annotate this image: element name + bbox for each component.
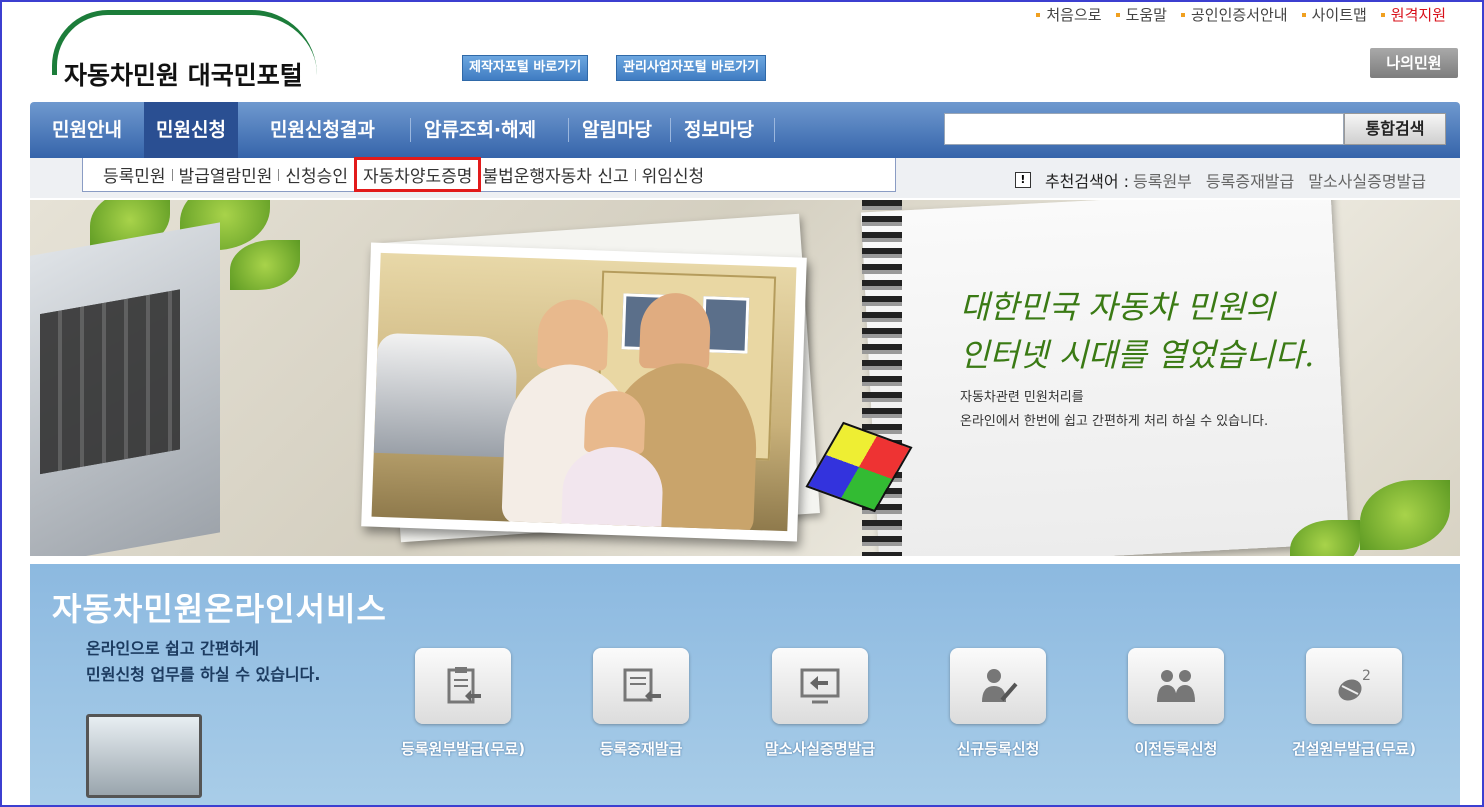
submenu-item-approval[interactable]: 신청승인 <box>281 162 352 187</box>
document-arrow-icon <box>593 648 689 724</box>
service-label: 이전등록신청 <box>1134 740 1218 758</box>
two-persons-icon <box>1128 648 1224 724</box>
util-link-sitemap[interactable]: 사이트맵 <box>1301 4 1367 25</box>
submenu-divider <box>353 168 355 181</box>
nav-item-notice[interactable]: 알림마당 <box>570 102 664 158</box>
submenu-divider <box>278 168 280 181</box>
sub-bar: 등록민원 발급열람민원 신청승인 자동차양도증명 불법운행자동차 신고 위임신청… <box>30 157 1460 198</box>
nav-separator <box>410 118 411 142</box>
service-transfer-registration[interactable]: 이전등록신청 <box>1106 648 1246 759</box>
util-link-home[interactable]: 처음으로 <box>1036 4 1102 25</box>
keyboard-image <box>40 289 180 475</box>
main-nav: 민원안내 민원신청 민원신청결과 압류조회·해제 알림마당 정보마당 통합검색 <box>30 102 1460 158</box>
bullet-icon <box>1115 12 1120 17</box>
util-link-label: 원격지원 <box>1390 6 1446 24</box>
bullet-icon <box>1180 12 1185 17</box>
banner-subtext-line: 온라인에서 한번에 쉽고 간편하게 처리 하실 수 있습니다. <box>960 414 1269 429</box>
recommended-label: 추천검색어 : <box>1044 172 1130 191</box>
leaf-decoration <box>230 240 300 290</box>
recommended-term[interactable]: 말소사실증명발급 <box>1308 168 1426 192</box>
banner-subtext: 자동차관련 민원처리를 온라인에서 한번에 쉽고 간편하게 처리 하실 수 있습… <box>960 386 1268 434</box>
service-label: 신규등록신청 <box>956 740 1040 758</box>
nav-separator <box>670 118 671 142</box>
child-image <box>583 390 647 455</box>
banner-subtext-line: 자동차관련 민원처리를 <box>960 390 1084 405</box>
nav-item-guide[interactable]: 민원안내 <box>40 102 134 158</box>
util-link-label: 공인인증서안내 <box>1190 6 1288 24</box>
util-link-certificate[interactable]: 공인인증서안내 <box>1180 4 1288 25</box>
service-label: 등록원부발급(무료) <box>400 740 526 758</box>
notebook-image <box>861 200 1349 556</box>
banner-slogan-line2: 인터넷 시대를 열었습니다. <box>960 336 1315 374</box>
my-civil-button[interactable]: 나의민원 <box>1370 48 1458 78</box>
nav-item-result[interactable]: 민원신청결과 <box>258 102 387 158</box>
nav-item-info[interactable]: 정보마당 <box>672 102 766 158</box>
recommended-keywords: ! 추천검색어 : 등록원부 등록증재발급 말소사실증명발급 <box>1014 168 1426 192</box>
util-link-remote-support[interactable]: 원격지원 <box>1380 4 1446 25</box>
family-photo-scene <box>371 252 797 532</box>
recommended-term[interactable]: 등록원부 <box>1133 168 1192 192</box>
submenu-item-delegation[interactable]: 위임신청 <box>638 162 709 187</box>
bullet-icon <box>1380 12 1385 17</box>
submenu: 등록민원 발급열람민원 신청승인 자동차양도증명 불법운행자동차 신고 위임신청 <box>82 157 896 192</box>
service-label: 등록증재발급 <box>599 740 683 758</box>
util-link-label: 사이트맵 <box>1311 6 1367 24</box>
banner-slogan-line1: 대한민국 자동차 민원의 <box>960 288 1275 326</box>
bullet-icon <box>1301 12 1306 17</box>
service-certificate-reissue[interactable]: 등록증재발급 <box>571 648 711 759</box>
mother-image <box>536 298 610 371</box>
service-title: 자동차민원온라인서비스 <box>52 590 387 628</box>
submenu-divider <box>634 168 636 181</box>
svg-text:2: 2 <box>1362 668 1371 684</box>
monitor-icon <box>86 714 202 798</box>
monitor-arrow-icon <box>772 648 868 724</box>
page-frame: 처음으로 도움말 공인인증서안내 사이트맵 원격지원 자동차민원 대국민포털 제… <box>0 0 1484 807</box>
service-description-line: 민원신청 업무를 하실 수 있습니다. <box>86 665 321 684</box>
utility-links: 처음으로 도움말 공인인증서안내 사이트맵 원격지원 <box>1036 4 1446 25</box>
person-pen-icon <box>950 648 1046 724</box>
car-image <box>373 332 518 458</box>
submenu-item-transfer-proof[interactable]: 자동차양도증명 <box>353 157 482 192</box>
util-link-label: 처음으로 <box>1046 6 1102 24</box>
service-registration-ledger[interactable]: 등록원부발급(무료) <box>393 648 533 759</box>
clipboard-arrow-icon <box>415 648 511 724</box>
maker-portal-button[interactable]: 제작자포털 바로가기 <box>462 55 589 81</box>
recommended-term[interactable]: 등록증재발급 <box>1206 168 1294 192</box>
bullet-icon <box>1036 12 1041 17</box>
service-new-registration[interactable]: 신규등록신청 <box>928 648 1068 759</box>
mouse-icon: 2 <box>1306 648 1402 724</box>
nav-item-seizure[interactable]: 압류조회·해제 <box>412 102 548 158</box>
laptop-image <box>30 222 220 556</box>
search-button[interactable]: 통합검색 <box>1344 113 1446 145</box>
submenu-item-registration[interactable]: 등록민원 <box>99 162 170 187</box>
admin-portal-button[interactable]: 관리사업자포털 바로가기 <box>616 55 767 81</box>
service-label: 말소사실증명발급 <box>764 740 876 758</box>
search-input[interactable] <box>944 113 1344 145</box>
util-link-label: 도움말 <box>1125 6 1167 24</box>
service-cancellation-proof[interactable]: 말소사실증명발급 <box>750 648 890 759</box>
exclamation-icon: ! <box>1014 172 1031 188</box>
nav-separator <box>568 118 569 142</box>
family-photo <box>361 242 807 542</box>
nav-item-apply[interactable]: 민원신청 <box>144 102 238 158</box>
online-service-section: 자동차민원온라인서비스 온라인으로 쉽고 간편하게 민원신청 업무를 하실 수 … <box>30 564 1460 805</box>
nav-separator <box>774 118 775 142</box>
site-logo[interactable]: 자동차민원 대국민포털 <box>48 8 348 90</box>
service-label: 건설원부발급(무료) <box>1291 740 1417 758</box>
service-description-line: 온라인으로 쉽고 간편하게 <box>86 639 260 658</box>
submenu-divider <box>171 168 173 181</box>
service-construction-ledger[interactable]: 2 건설원부발급(무료) <box>1284 648 1424 759</box>
leaf-decoration <box>1360 480 1450 550</box>
main-banner: 대한민국 자동차 민원의 인터넷 시대를 열었습니다. 자동차관련 민원처리를 … <box>30 200 1460 556</box>
service-description: 온라인으로 쉽고 간편하게 민원신청 업무를 하실 수 있습니다. <box>86 636 320 688</box>
submenu-item-issue[interactable]: 발급열람민원 <box>175 162 277 187</box>
logo-text: 자동차민원 대국민포털 <box>64 61 303 90</box>
submenu-item-illegal-report[interactable]: 불법운행자동차 신고 <box>478 162 632 187</box>
util-link-help[interactable]: 도움말 <box>1115 4 1167 25</box>
